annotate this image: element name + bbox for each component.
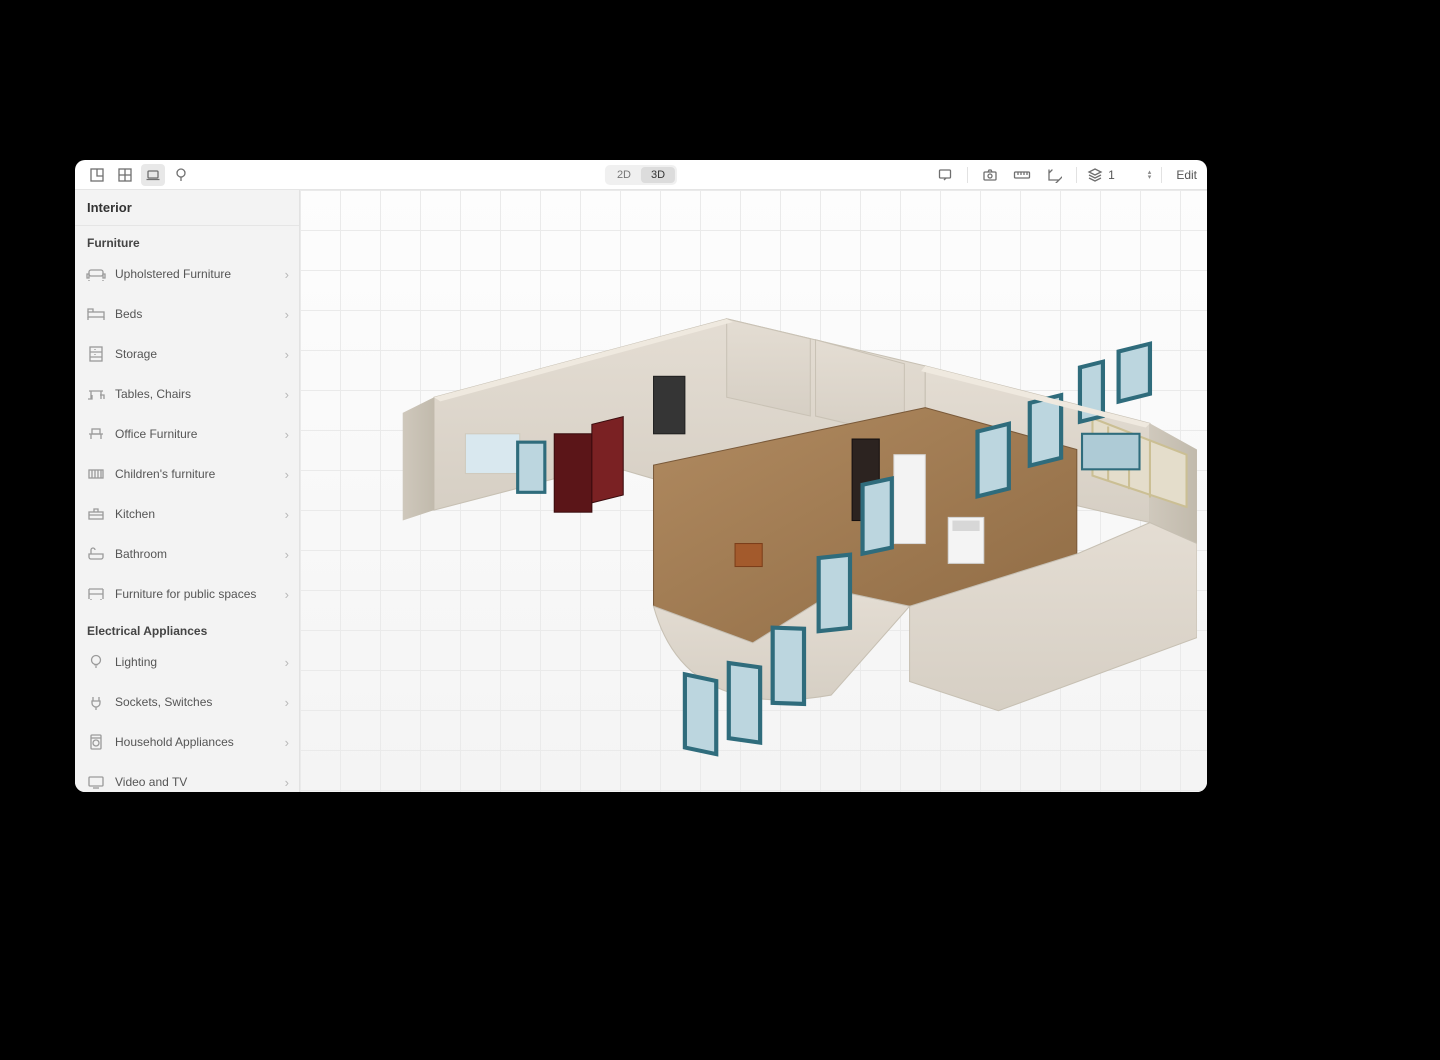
- camera-icon: [982, 167, 998, 183]
- interior-mode-button[interactable]: [141, 164, 165, 186]
- chevron-right-icon: ›: [285, 695, 289, 710]
- sidebar-item-childrens-furniture[interactable]: Children's furniture ›: [75, 454, 299, 494]
- separator: [967, 167, 968, 183]
- laptop-icon: [145, 167, 161, 183]
- chevron-right-icon: ›: [285, 467, 289, 482]
- sidebar-item-label: Video and TV: [115, 775, 285, 789]
- sidebar-item-label: Bathroom: [115, 547, 285, 561]
- sofa-icon: [85, 263, 107, 285]
- sidebar-item-label: Storage: [115, 347, 285, 361]
- view-3d-tab[interactable]: 3D: [641, 167, 675, 183]
- kitchen-icon: [85, 503, 107, 525]
- chevron-right-icon: ›: [285, 387, 289, 402]
- chevron-right-icon: ›: [285, 427, 289, 442]
- sidebar-item-label: Upholstered Furniture: [115, 267, 285, 281]
- lightbulb-icon: [85, 651, 107, 673]
- sidebar-title: Interior: [75, 190, 299, 226]
- sidebar-item-video-tv[interactable]: Video and TV ›: [75, 762, 299, 792]
- sidebar-item-storage[interactable]: Storage ›: [75, 334, 299, 374]
- sidebar-item-beds[interactable]: Beds ›: [75, 294, 299, 334]
- sidebar-item-lighting[interactable]: Lighting ›: [75, 642, 299, 682]
- sidebar-item-label: Beds: [115, 307, 285, 321]
- sidebar-item-sockets-switches[interactable]: Sockets, Switches ›: [75, 682, 299, 722]
- left-tool-group: [85, 164, 193, 186]
- sidebar-item-upholstered-furniture[interactable]: Upholstered Furniture ›: [75, 254, 299, 294]
- washer-icon: [85, 731, 107, 753]
- crib-icon: [85, 463, 107, 485]
- bathtub-icon: [85, 543, 107, 565]
- bed-icon: [85, 303, 107, 325]
- layer-control[interactable]: 1 ▴ ▾: [1087, 167, 1151, 183]
- grid-icon: [117, 167, 133, 183]
- layer-count: 1: [1108, 168, 1115, 182]
- layer-stepper[interactable]: ▴ ▾: [1148, 170, 1152, 180]
- sidebar-item-bathroom[interactable]: Bathroom ›: [75, 534, 299, 574]
- sidebar-item-label: Children's furniture: [115, 467, 285, 481]
- sidebar-item-label: Tables, Chairs: [115, 387, 285, 401]
- sidebar-item-household-appliances[interactable]: Household Appliances ›: [75, 722, 299, 762]
- section-label-electrical: Electrical Appliances: [75, 614, 299, 642]
- dimensions-button[interactable]: [1042, 164, 1066, 186]
- chevron-right-icon: ›: [285, 587, 289, 602]
- layers-icon: [1087, 167, 1103, 183]
- tree-mode-button[interactable]: [169, 164, 193, 186]
- chevron-right-icon: ›: [285, 347, 289, 362]
- app-window: 2D 3D: [75, 160, 1207, 792]
- section-label-furniture: Furniture: [75, 226, 299, 254]
- house-model: [340, 230, 1197, 784]
- separator: [1161, 167, 1162, 183]
- chevron-right-icon: ›: [285, 507, 289, 522]
- sidebar-item-tables-chairs[interactable]: Tables, Chairs ›: [75, 374, 299, 414]
- tv-icon: [85, 771, 107, 792]
- tree-icon: [173, 167, 189, 183]
- sidebar-item-office-furniture[interactable]: Office Furniture ›: [75, 414, 299, 454]
- sidebar-item-public-spaces[interactable]: Furniture for public spaces ›: [75, 574, 299, 614]
- camera-button[interactable]: [978, 164, 1002, 186]
- sidebar-item-label: Kitchen: [115, 507, 285, 521]
- grid-mode-button[interactable]: [113, 164, 137, 186]
- chevron-right-icon: ›: [285, 307, 289, 322]
- floorplan-mode-button[interactable]: [85, 164, 109, 186]
- toolbar: 2D 3D: [75, 160, 1207, 190]
- separator: [1076, 167, 1077, 183]
- sidebar-item-label: Lighting: [115, 655, 285, 669]
- annotation-button[interactable]: [933, 164, 957, 186]
- chevron-right-icon: ›: [285, 735, 289, 750]
- note-icon: [937, 167, 953, 183]
- chevron-right-icon: ›: [285, 267, 289, 282]
- sidebar: Interior Furniture Upholstered Furniture…: [75, 190, 300, 792]
- chevron-right-icon: ›: [285, 655, 289, 670]
- sidebar-item-label: Furniture for public spaces: [115, 587, 285, 601]
- storage-icon: [85, 343, 107, 365]
- canvas-3d-viewport[interactable]: [300, 190, 1207, 792]
- right-tool-group: 1 ▴ ▾ Edit: [933, 164, 1197, 186]
- view-2d-tab[interactable]: 2D: [607, 167, 641, 183]
- chevron-down-icon: ▾: [1148, 175, 1152, 180]
- dimensions-icon: [1046, 167, 1062, 183]
- sidebar-item-label: Sockets, Switches: [115, 695, 285, 709]
- chevron-right-icon: ›: [285, 775, 289, 790]
- chevron-right-icon: ›: [285, 547, 289, 562]
- table-icon: [85, 383, 107, 405]
- ruler-icon: [1013, 168, 1031, 182]
- sidebar-item-label: Household Appliances: [115, 735, 285, 749]
- edit-button[interactable]: Edit: [1176, 168, 1197, 182]
- floorplan-icon: [89, 167, 105, 183]
- measure-button[interactable]: [1010, 164, 1034, 186]
- bench-icon: [85, 583, 107, 605]
- view-toggle: 2D 3D: [605, 165, 677, 185]
- app-body: Interior Furniture Upholstered Furniture…: [75, 190, 1207, 792]
- desk-icon: [85, 423, 107, 445]
- sidebar-item-label: Office Furniture: [115, 427, 285, 441]
- plug-icon: [85, 691, 107, 713]
- sidebar-item-kitchen[interactable]: Kitchen ›: [75, 494, 299, 534]
